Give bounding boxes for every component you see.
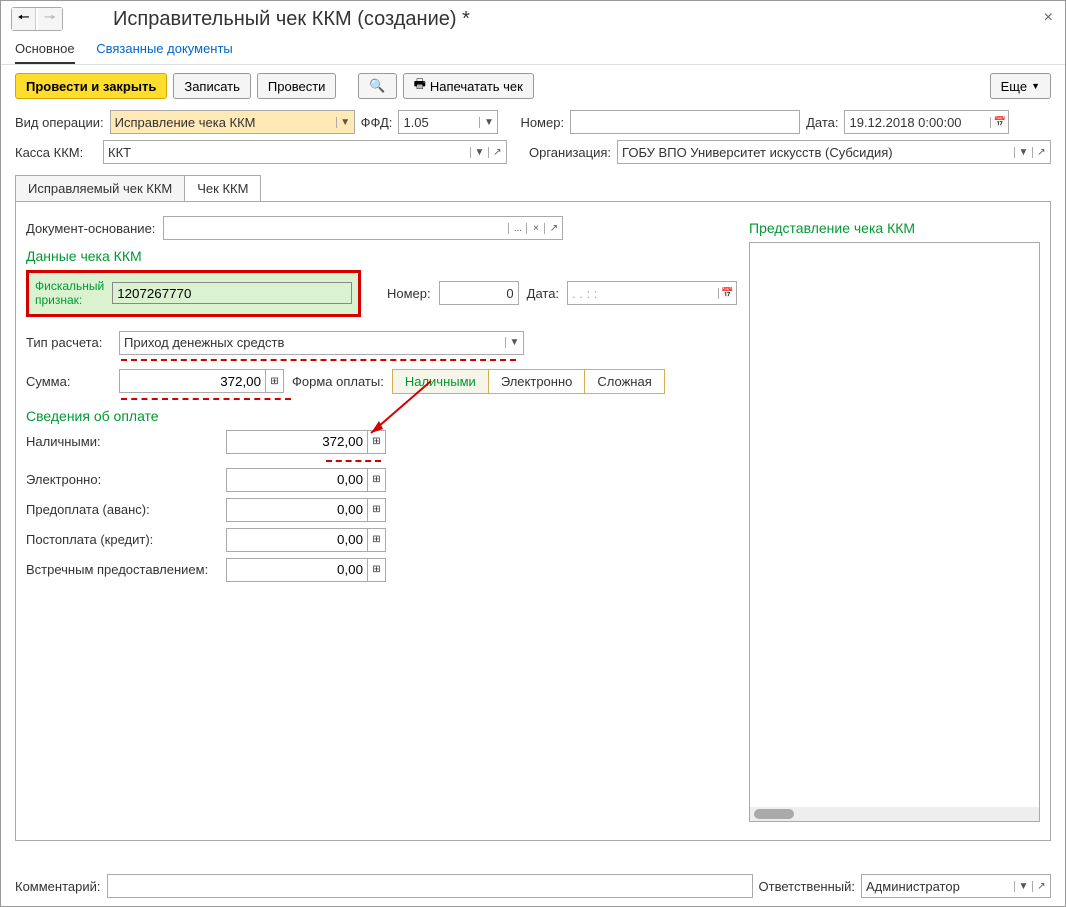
counter-field[interactable]: ⊞ <box>226 558 386 582</box>
prepay-label: Предоплата (аванс): <box>26 502 216 517</box>
clear-icon[interactable]: × <box>526 223 544 234</box>
forward-button[interactable]: 🠖 <box>38 8 62 30</box>
ffd-field[interactable]: 1.05 ▼ <box>398 110 498 134</box>
calc-type-field[interactable]: Приход денежных средств ▼ <box>119 331 524 355</box>
sum-label: Сумма: <box>26 374 111 389</box>
dropdown-icon[interactable]: ▼ <box>505 337 523 348</box>
doc-base-field[interactable]: ... × ↗ <box>163 216 563 240</box>
subnav: Основное Связанные документы <box>1 37 1065 65</box>
calculator-icon[interactable]: ⊞ <box>367 559 385 581</box>
prepay-field[interactable]: ⊞ <box>226 498 386 522</box>
date-field[interactable]: 19.12.2018 0:00:00 📅 <box>844 110 1009 134</box>
payform-label: Форма оплаты: <box>292 374 384 389</box>
dropdown-icon[interactable]: ▼ <box>470 147 488 158</box>
section-data-title: Данные чека ККМ <box>26 248 737 264</box>
tab-check[interactable]: Чек ККМ <box>184 175 261 201</box>
ellipsis-icon[interactable]: ... <box>508 223 526 234</box>
dropdown-icon[interactable]: ▼ <box>336 117 354 128</box>
printer-icon: 🖶 <box>414 75 426 97</box>
calc-type-label: Тип расчета: <box>26 335 111 350</box>
counter-label: Встречным предоставлением: <box>26 562 216 577</box>
seg-complex[interactable]: Сложная <box>585 370 663 393</box>
resp-label: Ответственный: <box>759 879 855 894</box>
window-title: Исправительный чек ККМ (создание) * <box>113 8 470 31</box>
electronic-field[interactable]: ⊞ <box>226 468 386 492</box>
subnav-related[interactable]: Связанные документы <box>96 41 233 56</box>
dropdown-icon[interactable]: ▼ <box>1014 147 1032 158</box>
dropdown-icon[interactable]: ▼ <box>479 117 497 128</box>
preview-area <box>749 242 1040 822</box>
calendar-icon[interactable]: 📅 <box>718 288 736 299</box>
sum-field[interactable]: ⊞ <box>119 369 284 393</box>
calculator-icon[interactable]: ⊞ <box>367 529 385 551</box>
comment-field[interactable] <box>107 874 753 898</box>
open-icon[interactable]: ↗ <box>1032 147 1050 158</box>
save-button[interactable]: Записать <box>173 73 251 99</box>
cash-field[interactable]: ⊞ <box>226 430 386 454</box>
dropdown-icon[interactable]: ▼ <box>1014 881 1032 892</box>
seg-cash[interactable]: Наличными <box>393 370 489 393</box>
tab-corrected[interactable]: Исправляемый чек ККМ <box>15 175 185 201</box>
open-icon[interactable]: ↗ <box>488 147 506 158</box>
seg-electronic[interactable]: Электронно <box>489 370 586 393</box>
calculator-icon[interactable]: ⊞ <box>367 499 385 521</box>
date2-label: Дата: <box>527 286 559 301</box>
calculator-icon[interactable]: ⊞ <box>265 370 283 392</box>
date2-field[interactable]: . . : : 📅 <box>567 281 737 305</box>
ffd-label: ФФД: <box>361 115 393 130</box>
op-field[interactable]: Исправление чека ККМ ▼ <box>110 110 355 134</box>
num2-field[interactable]: 0 <box>439 281 519 305</box>
num2-label: Номер: <box>387 286 431 301</box>
calculator-icon[interactable]: ⊞ <box>367 469 385 491</box>
open-icon[interactable]: ↗ <box>544 223 562 234</box>
post-close-button[interactable]: Провести и закрыть <box>15 73 167 99</box>
org-label: Организация: <box>529 145 611 160</box>
num-field[interactable] <box>570 110 800 134</box>
comment-label: Комментарий: <box>15 879 101 894</box>
scrollbar-horizontal[interactable] <box>750 807 1039 821</box>
calculator-icon[interactable]: ⊞ <box>367 431 385 453</box>
section-pay-title: Сведения об оплате <box>26 408 737 424</box>
fiscal-input[interactable] <box>112 282 352 304</box>
electronic-label: Электронно: <box>26 472 216 487</box>
dt-button[interactable]: 🔍 <box>358 73 396 99</box>
calendar-icon[interactable]: 📅 <box>990 117 1008 128</box>
kassa-label: Касса ККМ: <box>15 145 97 160</box>
fiscal-sign-box: Фискальный признак: <box>26 270 361 317</box>
back-button[interactable]: 🠔 <box>12 8 36 30</box>
nav-buttons: 🠔 🠖 <box>11 7 63 31</box>
print-button[interactable]: 🖶Напечатать чек <box>403 73 534 99</box>
doc-base-label: Документ-основание: <box>26 221 155 236</box>
cash-label: Наличными: <box>26 434 216 449</box>
subnav-main[interactable]: Основное <box>15 41 75 64</box>
close-icon[interactable]: × <box>1044 9 1053 27</box>
num-label: Номер: <box>520 115 564 130</box>
open-icon[interactable]: ↗ <box>1032 881 1050 892</box>
scroll-thumb[interactable] <box>754 809 794 819</box>
more-button[interactable]: Еще ▼ <box>990 73 1051 99</box>
section-preview-title: Представление чека ККМ <box>749 220 1040 236</box>
op-label: Вид операции: <box>15 115 104 130</box>
payform-segments: Наличными Электронно Сложная <box>392 369 665 394</box>
postpay-field[interactable]: ⊞ <box>226 528 386 552</box>
resp-field[interactable]: Администратор ▼ ↗ <box>861 874 1051 898</box>
date-label: Дата: <box>806 115 838 130</box>
post-button[interactable]: Провести <box>257 73 337 99</box>
kassa-field[interactable]: ККТ ▼ ↗ <box>103 140 507 164</box>
postpay-label: Постоплата (кредит): <box>26 532 216 547</box>
org-field[interactable]: ГОБУ ВПО Университет искусств (Субсидия)… <box>617 140 1051 164</box>
